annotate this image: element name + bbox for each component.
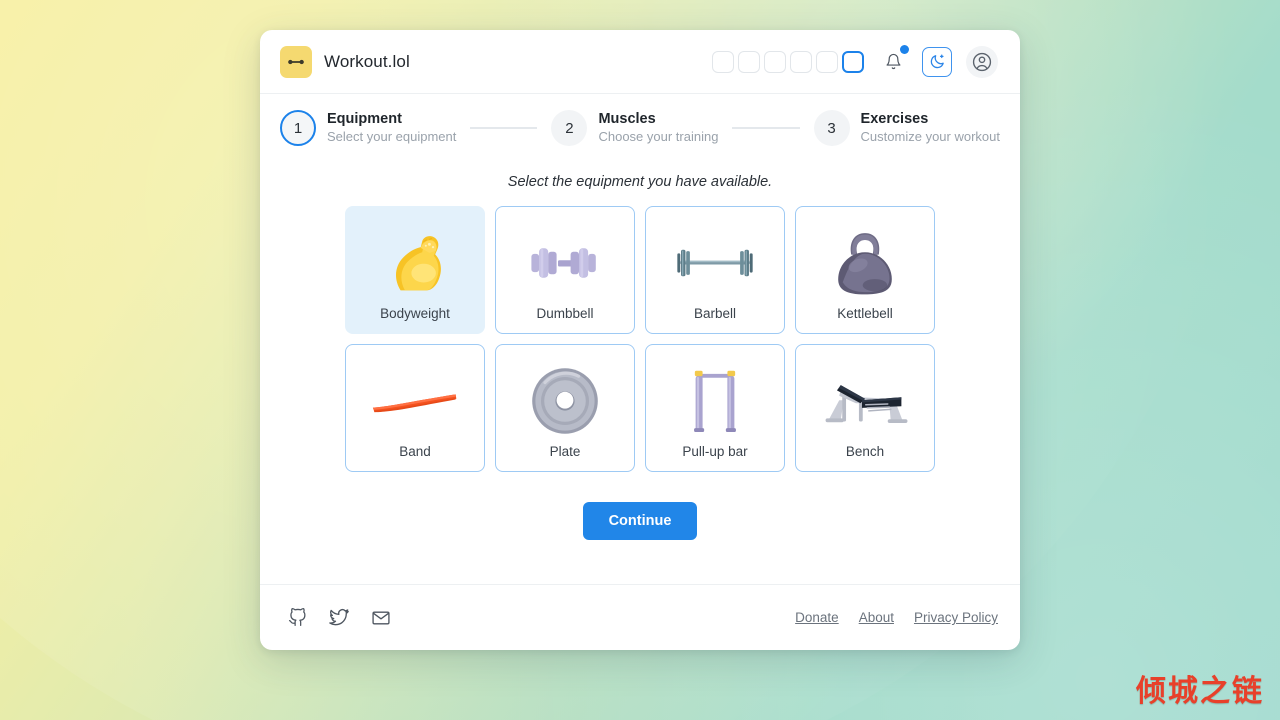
- weight-plate-icon: [502, 357, 628, 444]
- equipment-label-bench: Bench: [845, 444, 885, 459]
- equipment-card-bodyweight[interactable]: Bodyweight: [345, 206, 485, 334]
- step-number-3: 3: [813, 110, 850, 146]
- footer-link-about[interactable]: About: [859, 610, 894, 625]
- step-subtitle-exercises: Customize your workout: [860, 129, 1000, 145]
- color-swatch-1[interactable]: [712, 50, 734, 73]
- equipment-label-plate: Plate: [549, 444, 581, 459]
- step-title-exercises: Exercises: [860, 111, 929, 128]
- step-number-1: 1: [280, 110, 316, 146]
- dumbbell-logo-icon: [280, 45, 312, 78]
- barbell-icon: [652, 219, 778, 306]
- email-icon: [372, 611, 390, 624]
- step-number-2: 2: [551, 110, 588, 146]
- watermark: 倾城之链: [1136, 674, 1264, 709]
- continue-button-wrapper: Continue: [260, 502, 1020, 540]
- color-swatch-2[interactable]: [738, 50, 760, 73]
- step-title-equipment: Equipment: [327, 111, 402, 128]
- equipment-grid: Bodyweight Dumbbell Barbell Kettlebell B…: [344, 206, 936, 472]
- equipment-card-barbell[interactable]: Barbell: [645, 206, 785, 334]
- brand[interactable]: Workout.lol: [280, 45, 410, 78]
- moon-stars-icon: [930, 54, 944, 69]
- step-subtitle-muscles: Choose your training: [598, 129, 719, 145]
- resistance-band-icon: [352, 357, 478, 444]
- stepper-connector-2: [732, 127, 800, 129]
- stepper-step-equipment[interactable]: 1 Equipment Select your equipment: [280, 110, 456, 146]
- equipment-card-bench[interactable]: Bench: [795, 344, 935, 472]
- equipment-card-kettlebell[interactable]: Kettlebell: [795, 206, 935, 334]
- flexed-biceps-icon: [352, 219, 478, 306]
- instruction-text: Select the equipment you have available.: [507, 174, 773, 190]
- app-header: Workout.lol: [260, 30, 1020, 94]
- social-links: [288, 608, 391, 628]
- color-swatch-5[interactable]: [816, 50, 838, 73]
- stepper-step-muscles[interactable]: 2 Muscles Choose your training: [551, 110, 718, 146]
- stepper-step-exercises[interactable]: 3 Exercises Customize your workout: [813, 110, 1000, 146]
- color-swatch-6-selected[interactable]: [842, 50, 864, 73]
- app-title: Workout.lol: [324, 51, 410, 71]
- main-content: Select the equipment you have available.: [260, 160, 1020, 584]
- notifications-button[interactable]: [878, 44, 909, 77]
- color-swatch-picker[interactable]: [712, 50, 864, 73]
- app-footer: Donate About Privacy Policy: [260, 584, 1020, 650]
- twitter-link[interactable]: [329, 608, 349, 628]
- theme-toggle-button[interactable]: [922, 46, 952, 77]
- footer-links: Donate About Privacy Policy: [795, 610, 998, 625]
- continue-button[interactable]: Continue: [582, 502, 698, 540]
- user-account-button[interactable]: [966, 45, 998, 78]
- equipment-card-dumbbell[interactable]: Dumbbell: [495, 206, 635, 334]
- weight-bench-icon: [802, 357, 928, 444]
- step-title-muscles: Muscles: [598, 111, 656, 128]
- equipment-label-pullup-bar: Pull-up bar: [682, 444, 748, 459]
- dumbbell-icon: [502, 219, 628, 306]
- pullup-bar-icon: [652, 357, 778, 444]
- email-link[interactable]: [371, 608, 391, 628]
- user-avatar-icon: [972, 52, 992, 71]
- equipment-label-barbell: Barbell: [693, 306, 737, 321]
- equipment-card-pullup-bar[interactable]: Pull-up bar: [645, 344, 785, 472]
- step-subtitle-equipment: Select your equipment: [327, 129, 457, 145]
- equipment-label-dumbbell: Dumbbell: [536, 306, 594, 321]
- bell-icon: [886, 53, 900, 70]
- kettlebell-icon: [802, 219, 928, 306]
- equipment-label-band: Band: [399, 444, 431, 459]
- header-controls: [712, 44, 998, 78]
- footer-link-donate[interactable]: Donate: [795, 610, 839, 625]
- equipment-label-bodyweight: Bodyweight: [380, 306, 450, 321]
- color-swatch-3[interactable]: [764, 50, 786, 73]
- equipment-card-band[interactable]: Band: [345, 344, 485, 472]
- footer-link-privacy-policy[interactable]: Privacy Policy: [914, 610, 998, 625]
- notification-badge-dot: [900, 44, 909, 54]
- progress-stepper: 1 Equipment Select your equipment 2 Musc…: [260, 94, 1020, 160]
- github-link[interactable]: [288, 608, 307, 627]
- equipment-label-kettlebell: Kettlebell: [837, 306, 893, 321]
- github-icon: [288, 608, 306, 627]
- twitter-icon: [329, 608, 349, 625]
- stepper-connector-1: [470, 127, 538, 129]
- equipment-card-plate[interactable]: Plate: [495, 344, 635, 472]
- app-window: Workout.lol 1 Equipment Select your equi…: [260, 30, 1020, 650]
- color-swatch-4[interactable]: [790, 50, 812, 73]
